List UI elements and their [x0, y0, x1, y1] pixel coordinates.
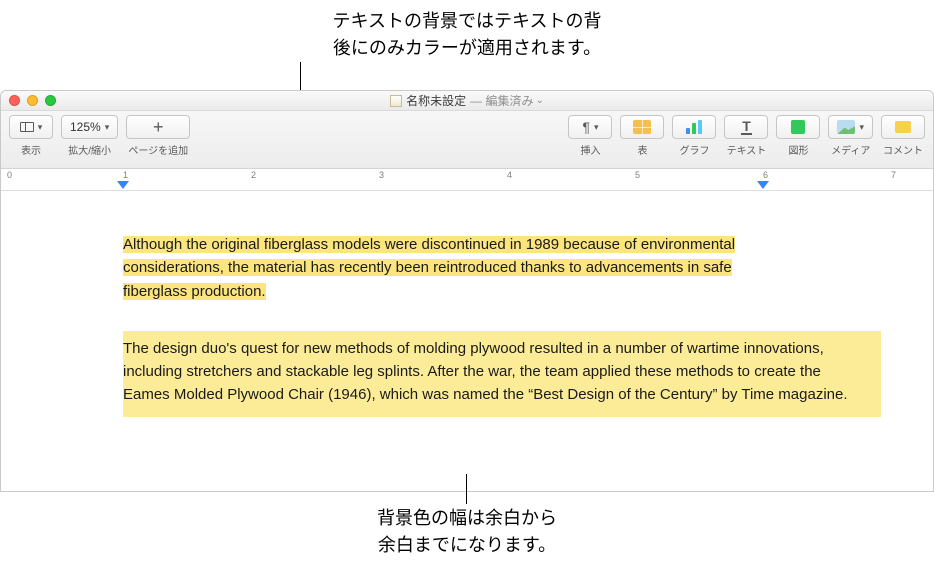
document-title[interactable]: 名称未設定	[406, 92, 466, 109]
document-body[interactable]: Although the original fiberglass models …	[1, 191, 933, 491]
chart-label: グラフ	[679, 142, 709, 157]
ruler-num-3: 3	[379, 170, 384, 180]
panel-icon	[20, 122, 34, 132]
text-icon: T	[741, 119, 752, 135]
chart-group: グラフ	[672, 115, 716, 157]
text-label: テキスト	[727, 142, 767, 157]
paragraph-gap	[1, 303, 933, 331]
annotation-top: テキストの背景ではテキストの背 後にのみカラーが適用されます。	[0, 8, 934, 62]
chevron-down-icon: ▾	[38, 122, 43, 133]
comment-group: コメント	[881, 115, 925, 157]
annotation-top-line2: 後にのみカラーが適用されます。	[0, 35, 934, 62]
window-controls[interactable]	[9, 95, 56, 106]
ruler-num-1: 1	[123, 170, 128, 180]
insert-group: ¶ ▾ 挿入	[568, 115, 612, 157]
annotation-bottom-line2: 余白までになります。	[0, 532, 934, 559]
media-label: メディア	[831, 142, 870, 157]
media-button[interactable]: ▾	[828, 115, 873, 139]
paragraph-text-bg[interactable]: Although the original fiberglass models …	[123, 233, 763, 303]
shape-icon	[791, 120, 805, 134]
connector-bottom	[466, 474, 467, 504]
addpage-label: ページを追加	[128, 142, 188, 157]
paragraph-text: The design duo's quest for new methods o…	[123, 340, 848, 404]
text-group: T テキスト	[724, 115, 768, 157]
zoom-button[interactable]: 125% ▾	[61, 115, 118, 139]
insert-button[interactable]: ¶ ▾	[568, 115, 612, 139]
view-label: 表示	[21, 142, 41, 157]
chart-icon	[686, 120, 702, 134]
annotation-top-line1: テキストの背景ではテキストの背	[0, 8, 934, 35]
comment-icon	[895, 121, 911, 133]
media-group: ▾ メディア	[828, 115, 873, 157]
media-icon	[837, 120, 855, 134]
annotation-bottom: 背景色の幅は余白から 余白までになります。	[0, 505, 934, 559]
ruler-num-0: 0	[7, 170, 12, 180]
app-window: 名称未設定 — 編集済み ⌄ ▾ 表示 125% ▾ 拡大/縮小 + ページを追…	[0, 90, 934, 492]
highlighted-text: Although the original fiberglass models …	[123, 236, 735, 300]
titlebar: 名称未設定 — 編集済み ⌄	[1, 91, 933, 111]
document-icon	[390, 95, 402, 107]
chevron-down-icon: ▾	[594, 122, 599, 133]
shape-group: 図形	[776, 115, 820, 157]
shape-button[interactable]	[776, 115, 820, 139]
right-margin-marker[interactable]	[757, 181, 769, 189]
chevron-down-icon[interactable]: ⌄	[535, 95, 543, 106]
addpage-group: + ページを追加	[126, 115, 190, 157]
add-page-button[interactable]: +	[126, 115, 190, 139]
minimize-icon[interactable]	[27, 95, 38, 106]
ruler-num-2: 2	[251, 170, 256, 180]
view-button[interactable]: ▾	[9, 115, 53, 139]
chevron-down-icon: ▾	[859, 122, 864, 133]
paragraph-bg-block[interactable]: The design duo's quest for new methods o…	[123, 331, 881, 417]
ruler-num-6: 6	[763, 170, 768, 180]
insert-label: 挿入	[580, 142, 600, 157]
fullscreen-icon[interactable]	[45, 95, 56, 106]
table-button[interactable]	[620, 115, 664, 139]
ruler-num-7: 7	[891, 170, 896, 180]
zoom-value: 125%	[70, 120, 101, 134]
comment-label: コメント	[883, 142, 923, 157]
zoom-group: 125% ▾ 拡大/縮小	[61, 115, 118, 157]
ruler-num-5: 5	[635, 170, 640, 180]
chevron-down-icon: ▾	[105, 122, 110, 133]
chart-button[interactable]	[672, 115, 716, 139]
text-button[interactable]: T	[724, 115, 768, 139]
table-group: 表	[620, 115, 664, 157]
left-margin-marker[interactable]	[117, 181, 129, 189]
table-icon	[633, 120, 651, 134]
pilcrow-icon: ¶	[582, 119, 590, 135]
ruler[interactable]: 0 1 2 3 4 5 6 7	[1, 169, 933, 191]
ruler-num-4: 4	[507, 170, 512, 180]
comment-button[interactable]	[881, 115, 925, 139]
toolbar: ▾ 表示 125% ▾ 拡大/縮小 + ページを追加 ¶ ▾ 挿入	[1, 111, 933, 169]
zoom-label: 拡大/縮小	[68, 142, 111, 157]
close-icon[interactable]	[9, 95, 20, 106]
annotation-bottom-line1: 背景色の幅は余白から	[0, 505, 934, 532]
shape-label: 図形	[788, 142, 808, 157]
view-group: ▾ 表示	[9, 115, 53, 157]
table-label: 表	[637, 142, 647, 157]
edited-indicator: — 編集済み	[470, 92, 533, 109]
